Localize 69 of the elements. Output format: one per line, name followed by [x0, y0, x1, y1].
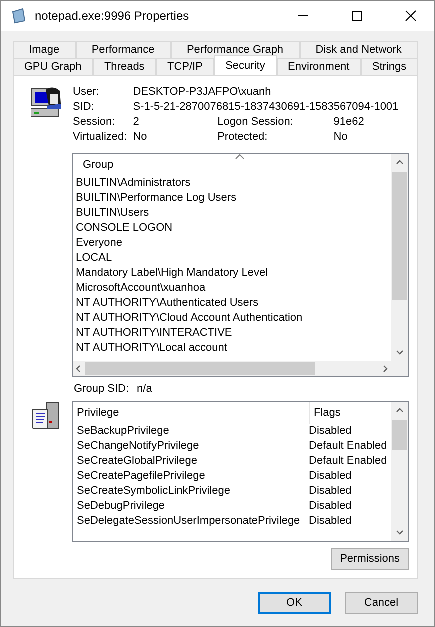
column-header[interactable]: Group: [80, 159, 114, 171]
privilege-flags: Disabled: [309, 469, 352, 484]
user-label: User:: [73, 86, 100, 98]
group-row[interactable]: MicrosoftAccount\xuanhoa: [76, 281, 391, 296]
scrollbar-thumb[interactable]: [392, 420, 407, 450]
dialog-button[interactable]: Cancel: [345, 592, 418, 614]
column-header[interactable]: Privilege: [73, 402, 310, 424]
scrollbar-thumb[interactable]: [85, 362, 315, 375]
privilege-flags: Disabled: [309, 499, 352, 514]
privilege-name: SeDelegateSessionUserImpersonatePrivilege: [77, 514, 302, 529]
protected-value: No: [334, 131, 349, 143]
window-title: notepad.exe:9996 Properties: [35, 9, 190, 23]
privilege-name: SeDebugPrivilege: [77, 499, 166, 514]
group-row[interactable]: BUILTIN\Users: [76, 206, 391, 221]
privilege-name: SeCreateGlobalPrivilege: [77, 454, 198, 469]
sid-value: S-1-5-21-2870076815-1837430691-1583567094-1001: [133, 101, 399, 113]
permissions-button[interactable]: Permissions: [331, 548, 409, 570]
group-sid-label: Group SID:: [74, 383, 130, 395]
privilege-flags: Disabled: [309, 514, 352, 529]
virtualized-label: Virtualized:: [73, 131, 128, 143]
horizontal-scrollbar[interactable]: [73, 361, 408, 376]
column-header[interactable]: Flags: [310, 402, 391, 424]
tab[interactable]: Environment: [276, 58, 362, 75]
vertical-scrollbar[interactable]: [391, 154, 408, 361]
tab[interactable]: Disk and Network: [300, 41, 418, 58]
session-value: 2: [133, 116, 140, 128]
session-label: Session:: [73, 116, 116, 128]
tab[interactable]: Threads: [93, 58, 156, 75]
group-row[interactable]: Mandatory Label\High Mandatory Level: [76, 266, 391, 281]
privilege-name: SeCreateSymbolicLinkPrivilege: [77, 484, 232, 499]
privilege-flags: Default Enabled: [309, 454, 388, 469]
vertical-scrollbar[interactable]: [391, 402, 408, 541]
privilege-name: SeChangeNotifyPrivilege: [77, 439, 200, 454]
maximize-icon: [351, 10, 363, 22]
group-row[interactable]: NT AUTHORITY\Local account: [76, 341, 391, 356]
privilege-flags: Default Enabled: [309, 439, 388, 454]
privilege-name: SeBackupPrivilege: [77, 424, 170, 439]
privilege-flags: Disabled: [309, 424, 352, 439]
scrollbar-thumb[interactable]: [392, 172, 407, 300]
group-row[interactable]: BUILTIN\Performance Log Users: [76, 191, 391, 206]
group-row[interactable]: NT AUTHORITY\Authenticated Users: [76, 296, 391, 311]
user-computer-icon: [31, 86, 63, 118]
tab[interactable]: GPU Graph: [13, 58, 94, 75]
tab[interactable]: Performance: [76, 41, 171, 58]
privilege-name: SeCreatePagefilePrivilege: [77, 469, 206, 484]
group-row[interactable]: NT AUTHORITY\INTERACTIVE: [76, 326, 391, 341]
group-row[interactable]: CONSOLE LOGON: [76, 221, 391, 236]
logon-session-label: Logon Session:: [218, 116, 294, 128]
tab[interactable]: Image: [13, 41, 76, 58]
tab[interactable]: Security: [214, 55, 277, 75]
group-list[interactable]: [72, 153, 409, 377]
tab[interactable]: Performance Graph: [170, 41, 300, 58]
group-sid-value: n/a: [137, 383, 152, 395]
tab[interactable]: TCP/IP: [156, 58, 214, 75]
dialog-button[interactable]: OK: [258, 592, 331, 614]
group-row[interactable]: Everyone: [76, 236, 391, 251]
sort-caret-icon: [235, 154, 245, 160]
logon-session-value: 91e62: [334, 116, 366, 128]
group-row[interactable]: BUILTIN\Administrators: [76, 176, 391, 191]
virtualized-value: No: [133, 131, 148, 143]
group-row[interactable]: LOCAL: [76, 251, 391, 266]
tab[interactable]: Strings: [361, 58, 418, 75]
user-value: DESKTOP-P3JAFPO\xuanh: [133, 86, 272, 98]
privilege-list[interactable]: [72, 401, 409, 542]
group-row[interactable]: NT AUTHORITY\Cloud Account Authentication: [76, 311, 391, 326]
privilege-flags: Disabled: [309, 484, 352, 499]
sid-label: SID:: [73, 101, 96, 113]
protected-label: Protected:: [218, 131, 269, 143]
close-icon: [405, 10, 417, 22]
